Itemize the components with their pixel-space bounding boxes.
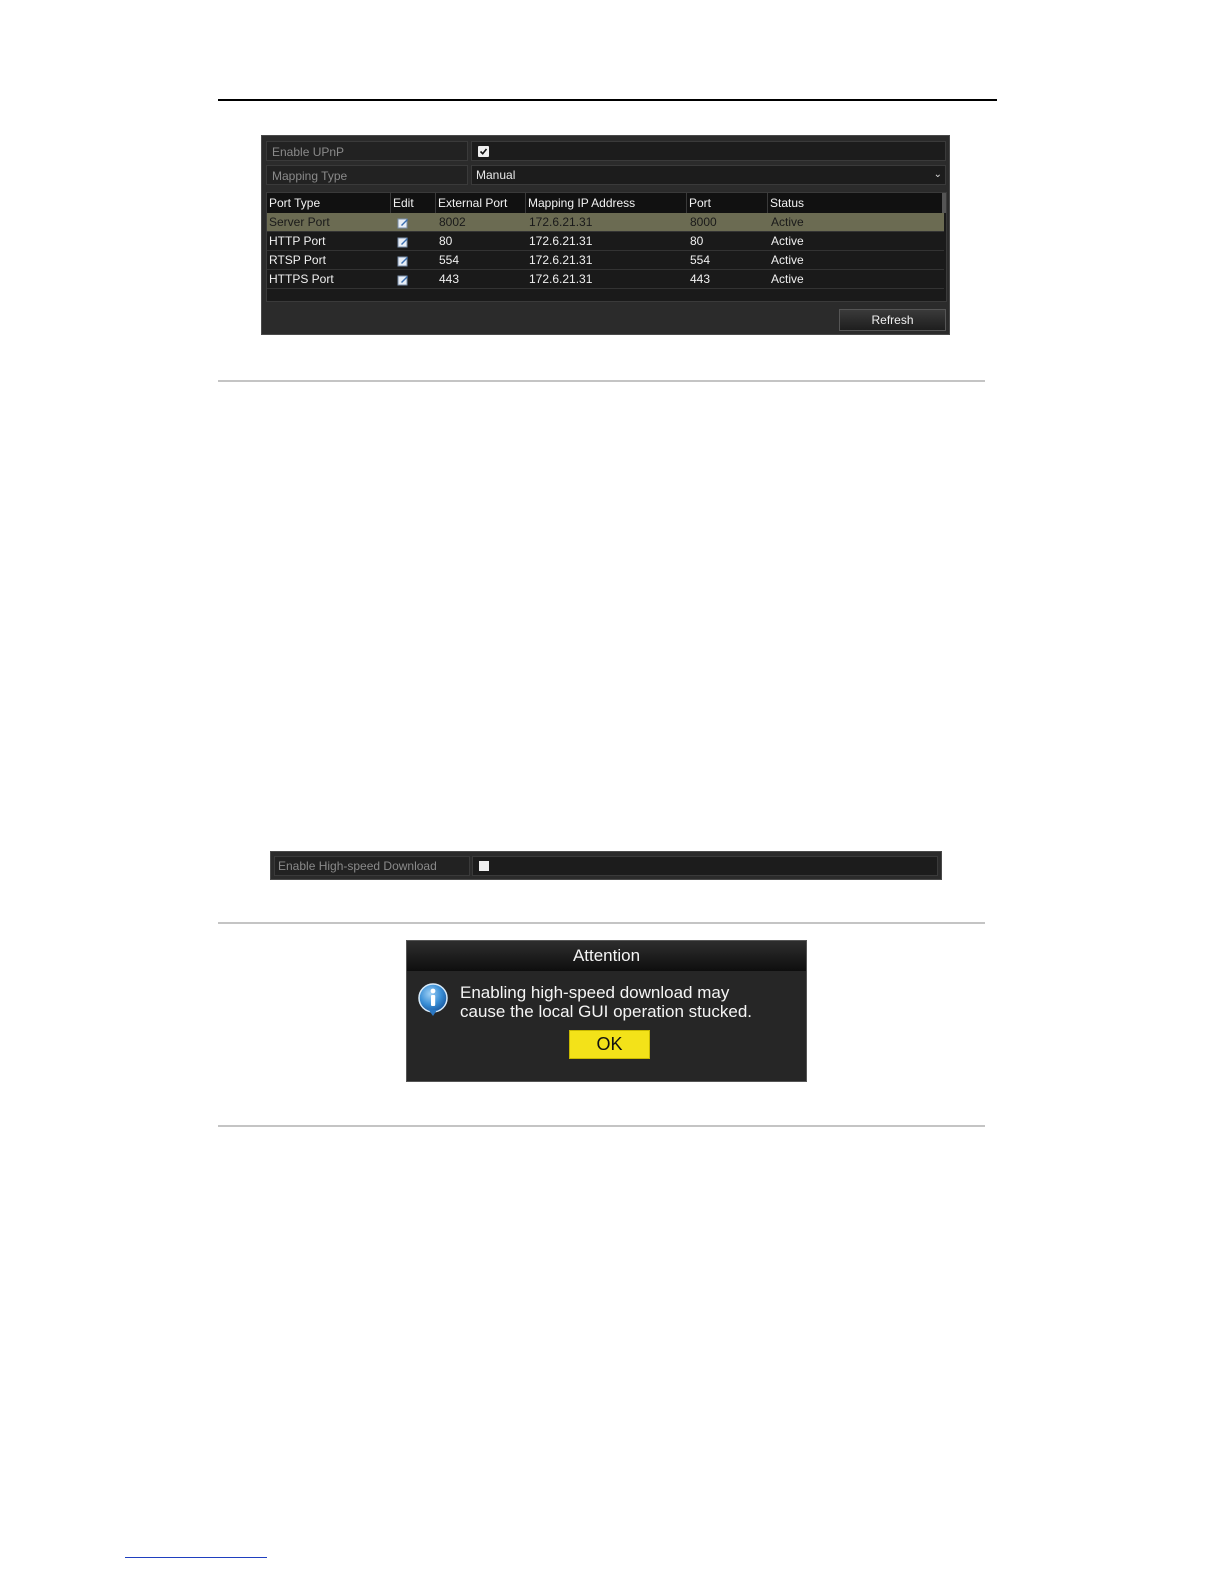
cell-port: 554 [690,253,711,267]
section-divider [218,1125,985,1127]
table-row[interactable]: Server Port 8002 172.6.21.31 8000 Active [267,213,944,232]
mapping-type-select[interactable]: Manual ⌄ [471,165,946,185]
enable-upnp-field [471,141,946,161]
cell-status: Active [771,215,804,229]
refresh-button[interactable]: Refresh [839,309,946,331]
cell-port-type: RTSP Port [269,253,326,267]
col-header-port: Port [687,193,768,213]
dialog-message-line-1: Enabling high-speed download may [460,983,730,1002]
mapping-type-value: Manual [476,168,516,182]
cell-mapping-ip: 172.6.21.31 [529,234,593,248]
cell-port-type: Server Port [269,215,330,229]
enable-upnp-checkbox[interactable] [478,146,489,157]
dialog-message: Enabling high-speed download may cause t… [460,983,800,1021]
cell-port: 8000 [690,215,717,229]
cell-external-port: 8002 [439,215,466,229]
cell-external-port: 80 [439,234,453,248]
edit-icon[interactable] [397,255,409,267]
edit-icon[interactable] [397,217,409,229]
cell-port-type: HTTPS Port [269,272,334,286]
col-header-mapping-ip: Mapping IP Address [526,193,687,213]
enable-upnp-row: Enable UPnP [266,141,946,161]
table-row[interactable]: HTTP Port 80 172.6.21.31 80 Active [267,232,944,251]
section-divider [218,922,985,924]
chevron-down-icon: ⌄ [933,169,942,180]
high-speed-download-panel: Enable High-speed Download [270,851,942,880]
col-header-edit: Edit [391,193,436,213]
table-row[interactable]: HTTPS Port 443 172.6.21.31 443 Active [267,270,944,289]
header-rule [218,99,997,101]
cell-port: 443 [690,272,711,286]
attention-dialog: Attention Enabling high-speed download m… [406,940,807,1082]
checkmark-icon [479,148,488,155]
mapping-type-label: Mapping Type [266,165,468,185]
cell-port: 80 [690,234,704,248]
dialog-message-line-2: cause the local GUI operation stucked. [460,1002,752,1021]
port-mapping-table: Port Type Edit External Port Mapping IP … [266,192,947,302]
ok-button[interactable]: OK [569,1030,650,1059]
dialog-title: Attention [407,941,806,971]
col-header-port-type: Port Type [267,193,391,213]
cell-mapping-ip: 172.6.21.31 [529,215,593,229]
edit-icon[interactable] [397,236,409,248]
upnp-panel: Enable UPnP Mapping Type Manual ⌄ Port T… [261,135,950,335]
enable-upnp-label: Enable UPnP [266,141,468,161]
high-speed-download-field [472,856,938,876]
footer-link-underline [125,1557,267,1558]
cell-mapping-ip: 172.6.21.31 [529,253,593,267]
high-speed-download-label: Enable High-speed Download [274,856,470,876]
col-header-external-port: External Port [436,193,526,213]
edit-icon[interactable] [397,274,409,286]
cell-external-port: 554 [439,253,460,267]
cell-status: Active [771,253,804,267]
table-row[interactable]: RTSP Port 554 172.6.21.31 554 Active [267,251,944,270]
table-scrollbar[interactable] [942,193,946,213]
mapping-type-row: Mapping Type Manual ⌄ [266,165,946,185]
info-icon [418,983,448,1016]
col-header-status: Status [770,196,805,210]
section-divider [218,380,985,382]
cell-port-type: HTTP Port [269,234,326,248]
cell-external-port: 443 [439,272,460,286]
cell-status: Active [771,234,804,248]
cell-mapping-ip: 172.6.21.31 [529,272,593,286]
table-header: Port Type Edit External Port Mapping IP … [267,193,942,213]
high-speed-download-checkbox[interactable] [479,861,489,871]
cell-status: Active [771,272,804,286]
